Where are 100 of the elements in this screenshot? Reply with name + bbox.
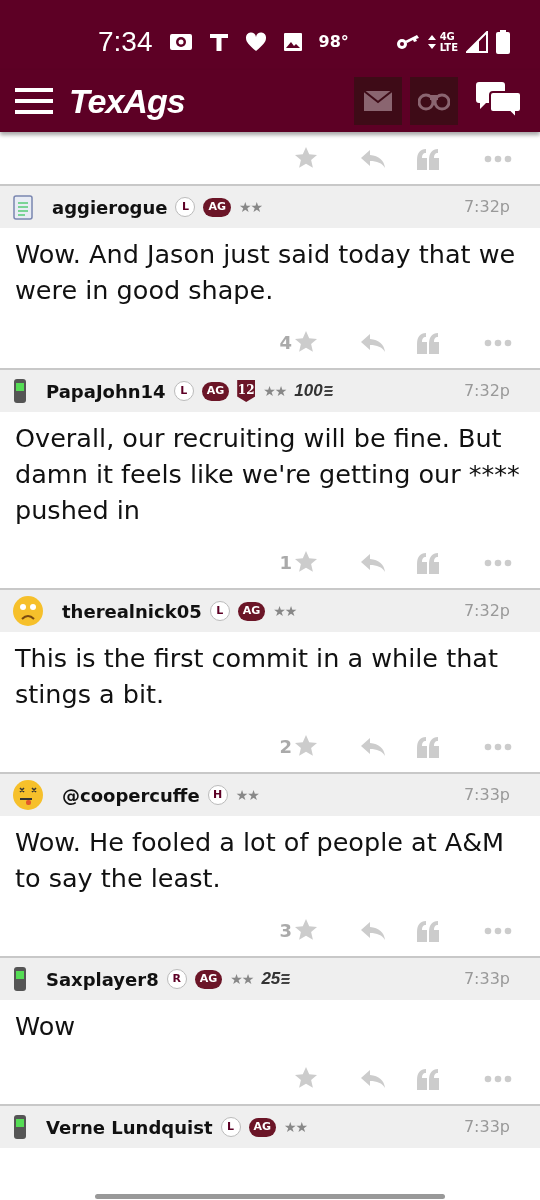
menu-button[interactable] xyxy=(15,86,53,116)
image-icon xyxy=(282,32,303,52)
star-icon xyxy=(294,330,318,355)
camera-icon xyxy=(168,32,193,52)
more-icon xyxy=(484,1074,512,1083)
rank-stars: ★★ xyxy=(235,785,259,805)
post-text: This is the first commit in a while that stings a bit. xyxy=(14,642,499,711)
user-badge: AG xyxy=(203,197,231,217)
mobile-phone-icon xyxy=(12,378,28,404)
quote-button[interactable] xyxy=(416,550,440,574)
rank-stars: ★★ xyxy=(230,969,254,989)
notepad-icon xyxy=(12,194,34,220)
post-time: 7:32p xyxy=(463,380,510,402)
t-icon xyxy=(208,32,229,52)
rank-stars: ★★ xyxy=(263,381,287,401)
mobile-phone-icon xyxy=(12,966,28,992)
watch-button[interactable] xyxy=(410,77,458,125)
star-button[interactable] xyxy=(294,549,318,575)
rank-stars: ★★ xyxy=(273,601,297,621)
quote-icon xyxy=(416,331,440,354)
reply-icon xyxy=(360,920,386,941)
post-time: 7:33p xyxy=(463,784,510,806)
network-type: LTE xyxy=(439,42,458,53)
home-indicator[interactable] xyxy=(95,1194,445,1199)
reply-icon xyxy=(360,552,386,573)
star-icon xyxy=(294,918,318,943)
user-badge: L xyxy=(175,197,196,217)
quote-button[interactable] xyxy=(416,330,440,354)
site-logo[interactable]: TexAgs xyxy=(69,75,185,127)
dizzy-face-icon xyxy=(12,779,44,811)
star-icon xyxy=(294,734,318,759)
signal-icon xyxy=(466,31,488,53)
user-badge: 12 xyxy=(237,380,256,402)
rank-stars: ★★ xyxy=(284,1117,308,1137)
heart-icon xyxy=(244,32,267,52)
quote-icon xyxy=(416,551,440,574)
bars-icon xyxy=(322,385,333,397)
username[interactable]: Verne Lundquist xyxy=(46,1113,213,1141)
user-badge: AG xyxy=(201,381,230,401)
star-icon xyxy=(294,1066,318,1091)
clock-time: 7:34 xyxy=(98,25,153,59)
like-count: 3 xyxy=(279,918,292,943)
user-badge: AG xyxy=(248,1117,277,1137)
quote-button[interactable] xyxy=(416,734,440,758)
messages-button[interactable] xyxy=(354,77,402,125)
reply-icon xyxy=(360,1068,386,1089)
post-text: Wow. He fooled a lot of people at A&M to say the least. xyxy=(14,826,506,895)
post-time: 7:33p xyxy=(463,1116,510,1138)
like-count: 2 xyxy=(279,734,292,759)
star-button[interactable] xyxy=(294,917,318,943)
like-count: 1 xyxy=(279,550,292,575)
quote-icon xyxy=(416,735,440,758)
quote-button[interactable] xyxy=(416,1066,440,1090)
quote-button[interactable] xyxy=(416,918,440,942)
more-icon xyxy=(484,926,512,935)
network-type: 4G xyxy=(439,31,456,42)
user-badge: AG xyxy=(194,969,223,989)
more-icon xyxy=(484,558,512,567)
like-count: 4 xyxy=(279,330,292,355)
post-time: 7:32p xyxy=(463,196,510,218)
battery-icon xyxy=(496,30,510,54)
post-time: 7:33p xyxy=(463,968,510,990)
username[interactable]: aggierogue xyxy=(52,193,168,221)
reply-icon xyxy=(360,332,386,353)
user-badge: R xyxy=(166,969,187,989)
mobile-phone-icon xyxy=(12,1114,28,1140)
username[interactable]: Saxplayer8 xyxy=(46,965,159,993)
more-icon xyxy=(484,338,512,347)
user-badge: L xyxy=(209,601,230,621)
more-icon xyxy=(484,154,512,163)
temperature: 98° xyxy=(318,31,349,53)
star-button[interactable] xyxy=(294,1065,318,1091)
user-badge: H xyxy=(207,785,228,805)
post-time: 7:32p xyxy=(463,600,510,622)
username[interactable]: @coopercuffe xyxy=(62,781,200,809)
binoculars-icon xyxy=(418,91,450,111)
rank-stars: ★★ xyxy=(239,197,263,217)
user-badge: L xyxy=(220,1117,241,1137)
user-badge: AG xyxy=(237,601,266,621)
user-badge: L xyxy=(173,381,194,401)
score: 25 xyxy=(261,968,281,991)
updown-arrow-icon xyxy=(427,35,436,49)
quote-button[interactable] xyxy=(416,146,440,170)
star-button[interactable] xyxy=(294,733,318,759)
quote-icon xyxy=(416,147,440,170)
reply-icon xyxy=(360,736,386,757)
score: 100 xyxy=(294,380,323,403)
post-text: Wow xyxy=(14,1010,77,1043)
username[interactable]: PapaJohn14 xyxy=(46,377,166,405)
quote-icon xyxy=(416,1067,440,1090)
star-icon xyxy=(294,146,318,171)
sad-face-icon xyxy=(12,595,44,627)
menu-icon xyxy=(15,86,53,116)
username[interactable]: therealnick05 xyxy=(62,597,202,625)
star-button[interactable] xyxy=(294,145,318,171)
quote-icon xyxy=(416,919,440,942)
star-icon xyxy=(294,550,318,575)
star-button[interactable] xyxy=(294,329,318,355)
post-text: Wow. And Jason just said today that we were in good shape. xyxy=(14,238,517,307)
post-text: Overall, our recruiting will be fine. But damn it feels like we're getting our **** pushed in xyxy=(14,422,521,527)
